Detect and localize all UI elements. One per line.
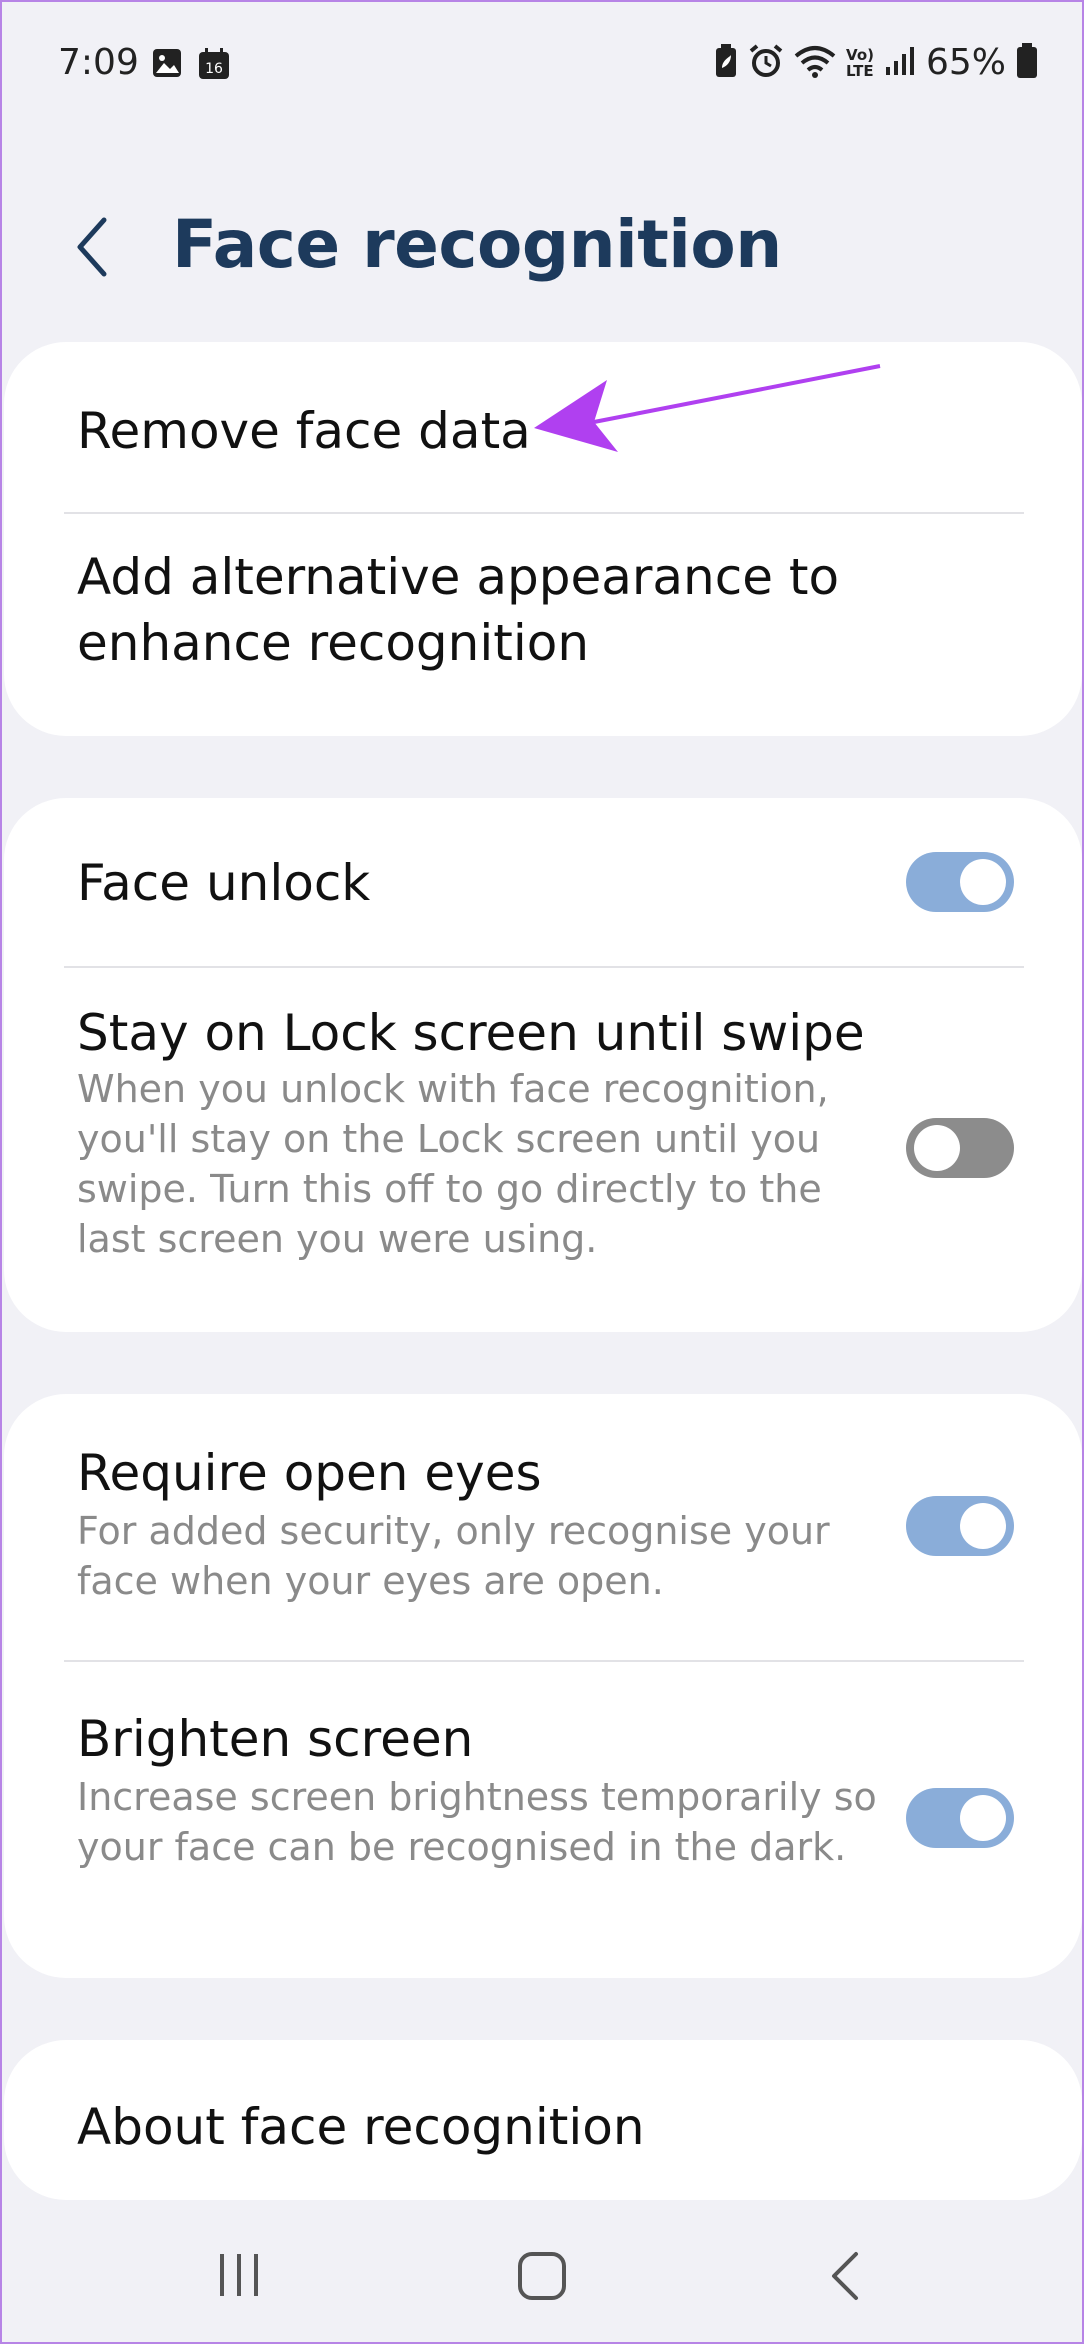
recent-apps-icon [220,2254,258,2296]
navigation-bar [2,2200,1082,2344]
stay-on-lock-screen-item[interactable]: Stay on Lock screen until swipe When you… [4,968,1082,1332]
wifi-icon [794,44,836,82]
face-unlock-card: Face unlock Stay on Lock screen until sw… [4,798,1082,1332]
stay-on-lock-screen-label: Stay on Lock screen until swipe [77,1004,865,1062]
gallery-icon [152,48,182,84]
add-alternative-appearance-label: Add alternative appearance to enhance re… [77,548,840,672]
about-face-recognition-item[interactable]: About face recognition [4,2040,1082,2200]
security-options-card: Require open eyes For added security, on… [4,1394,1082,1978]
status-left-icons: 16 [152,48,230,84]
battery-icon [1016,42,1038,83]
back-button[interactable] [62,212,132,282]
nav-back-button[interactable] [826,2250,866,2306]
back-icon [832,2252,858,2300]
svg-text:16: 16 [205,61,223,77]
chevron-left-icon [77,217,107,277]
home-button[interactable] [516,2250,568,2306]
toggle-knob [914,1125,960,1171]
face-unlock-item[interactable]: Face unlock [4,798,1082,966]
add-alternative-appearance-item[interactable]: Add alternative appearance to enhance re… [4,514,1082,736]
stay-on-lock-screen-toggle[interactable] [906,1118,1014,1178]
brighten-screen-item[interactable]: Brighten screen Increase screen brightne… [4,1662,1082,1978]
alarm-icon [748,43,784,83]
volte-lte-icon: Vo) LTE [846,45,874,80]
face-unlock-toggle[interactable] [906,852,1014,912]
brighten-screen-description: Increase screen brightness temporarily s… [77,1775,877,1869]
require-open-eyes-description: For added security, only recognise your … [77,1509,830,1603]
about-face-recognition-label: About face recognition [77,2098,645,2156]
signal-icon [884,45,916,81]
header: Face recognition [2,192,1082,302]
status-right-icons: Vo) LTE 65% [714,42,1038,83]
annotation-arrow-icon [534,364,881,452]
face-unlock-label: Face unlock [77,854,371,912]
remove-face-data-label: Remove face data [77,402,531,460]
brighten-screen-label: Brighten screen [77,1710,474,1768]
require-open-eyes-label: Require open eyes [77,1444,542,1502]
about-card: About face recognition [4,2040,1082,2200]
calendar-icon: 16 [198,48,230,84]
toggle-knob [960,1795,1006,1841]
status-bar: 7:09 16 Vo) LTE 65% [2,2,1082,132]
page-title: Face recognition [172,206,782,283]
status-time: 7:09 [58,42,139,83]
stay-on-lock-screen-description: When you unlock with face recognition, y… [77,1067,829,1261]
require-open-eyes-item[interactable]: Require open eyes For added security, on… [4,1394,1082,1660]
brighten-screen-toggle[interactable] [906,1788,1014,1848]
battery-percentage: 65% [925,42,1006,83]
toggle-knob [960,859,1006,905]
battery-saver-icon [714,43,738,82]
home-icon [518,2252,566,2300]
require-open-eyes-toggle[interactable] [906,1496,1014,1556]
toggle-knob [960,1503,1006,1549]
recent-apps-button[interactable] [214,2250,264,2304]
